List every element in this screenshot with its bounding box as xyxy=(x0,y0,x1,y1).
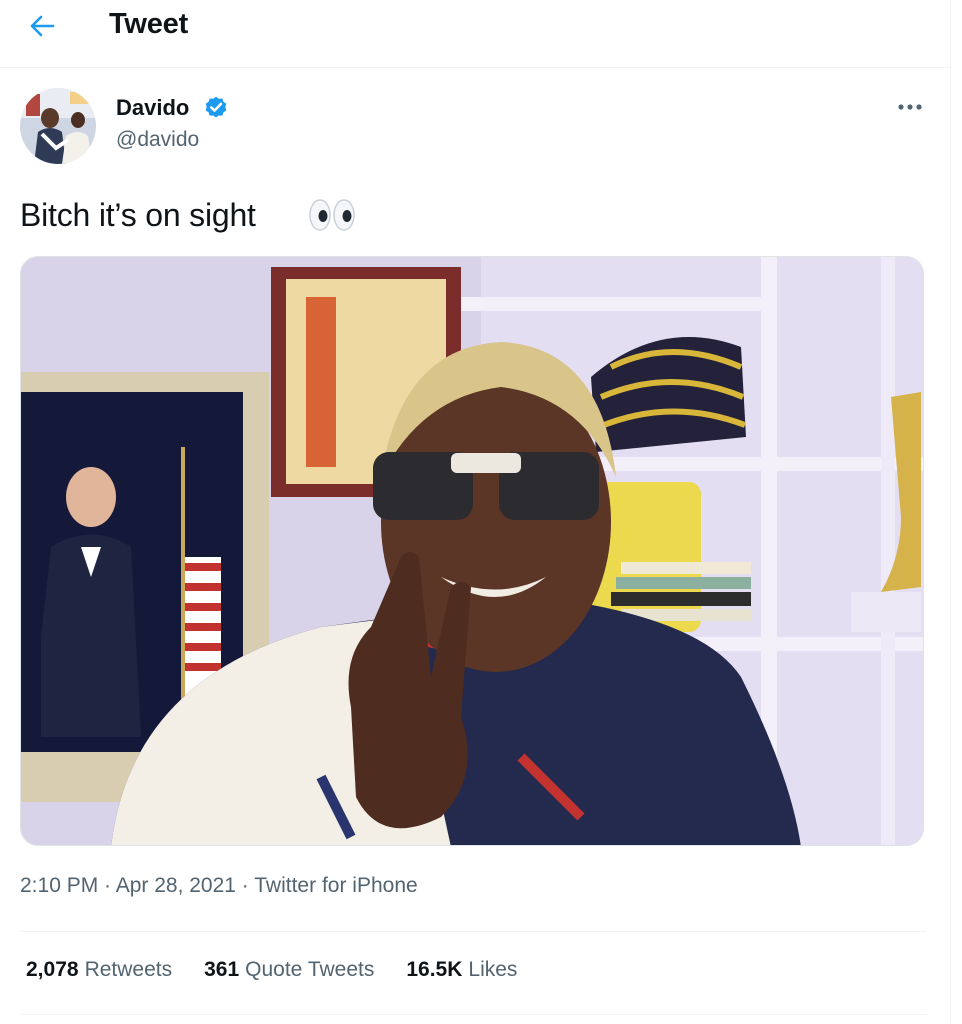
tweet-stats: 2,078 Retweets 361 Quote Tweets 16.5K Likes xyxy=(26,958,517,982)
avatar[interactable] xyxy=(20,88,96,164)
eyes-emoji-icon xyxy=(309,199,355,231)
retweets-stat[interactable]: 2,078 Retweets xyxy=(26,958,172,982)
likes-count: 16.5K xyxy=(406,958,463,981)
more-options-button[interactable] xyxy=(894,96,926,118)
retweets-count: 2,078 xyxy=(26,958,79,981)
back-button[interactable] xyxy=(22,8,62,44)
verified-badge-icon xyxy=(205,96,227,118)
divider xyxy=(20,931,926,932)
quote-tweets-stat[interactable]: 361 Quote Tweets xyxy=(204,958,374,982)
divider xyxy=(20,1014,926,1015)
author-handle[interactable]: @davido xyxy=(116,128,199,152)
likes-stat[interactable]: 16.5K Likes xyxy=(406,958,517,982)
tweet-source[interactable]: Twitter for iPhone xyxy=(254,874,417,897)
back-arrow-icon xyxy=(30,15,55,37)
author-name[interactable]: Davido xyxy=(116,95,189,121)
more-dots-icon xyxy=(898,104,922,110)
page-title: Tweet xyxy=(109,8,189,40)
tweet-text: Bitch it’s on sight xyxy=(20,197,256,233)
tweet-timestamp[interactable]: 2:10 PM · Apr 28, 2021 · xyxy=(20,874,254,897)
tweet-meta: 2:10 PM · Apr 28, 2021 · Twitter for iPh… xyxy=(20,874,418,898)
likes-label: Likes xyxy=(468,958,518,981)
tweet-photo[interactable] xyxy=(20,256,924,846)
quote-tweets-label: Quote Tweets xyxy=(245,958,375,981)
quote-tweets-count: 361 xyxy=(204,958,240,981)
column-border xyxy=(950,0,951,1024)
retweets-label: Retweets xyxy=(84,958,173,981)
top-bar: Tweet xyxy=(0,0,950,68)
